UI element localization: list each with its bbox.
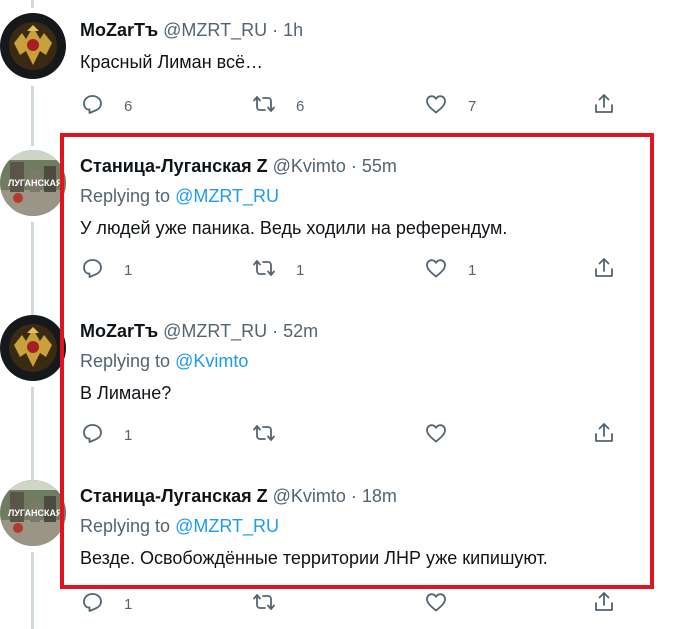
replying-to-label: Replying to	[80, 186, 176, 206]
share-icon	[592, 590, 616, 619]
svg-text:ЛУГАНСКАЯ: ЛУГАНСКАЯ	[8, 178, 62, 188]
reply-icon	[80, 590, 104, 619]
author-handle-time[interactable]: @MZRT_RU · 1h	[163, 20, 303, 40]
share-button[interactable]	[592, 590, 616, 618]
retweet-count: 1	[296, 261, 305, 279]
tweet-header: MoZarTъ @MZRT_RU · 1h	[80, 20, 303, 41]
replying-to-handle[interactable]: @MZRT_RU	[175, 516, 279, 536]
share-icon	[592, 421, 616, 450]
reply-count: 1	[124, 261, 133, 279]
avatar[interactable]: ЛУГАНСКАЯ	[0, 480, 66, 546]
reply-count: 1	[124, 426, 133, 444]
avatar[interactable]: ЛУГАНСКАЯ	[0, 150, 66, 216]
retweet-icon	[252, 590, 276, 619]
reply-count: 1	[124, 595, 133, 613]
heart-icon	[424, 256, 448, 285]
replying-to-handle[interactable]: @Kvimto	[175, 351, 248, 371]
tweet-text: Красный Лиман всё…	[80, 52, 264, 72]
retweet-button[interactable]	[252, 421, 296, 449]
like-button[interactable]	[424, 590, 468, 618]
tweet-actions: 1 1 1	[80, 256, 640, 284]
tweet-actions: 6 6 7	[80, 92, 640, 120]
reply-button[interactable]: 6	[80, 92, 132, 120]
replying-to: Replying to @MZRT_RU	[80, 516, 279, 537]
author-handle-time[interactable]: @Kvimto · 55m	[273, 156, 397, 176]
avatar[interactable]	[0, 13, 66, 79]
share-button[interactable]	[592, 92, 616, 120]
retweet-button[interactable]: 1	[252, 256, 304, 284]
replying-to-label: Replying to	[80, 516, 176, 536]
reply-button[interactable]: 1	[80, 590, 132, 618]
heart-icon	[424, 590, 448, 619]
author-handle-time[interactable]: @MZRT_RU · 52m	[163, 321, 318, 341]
tweet-header: Станица-Луганская Z @Kvimto · 18m	[80, 486, 397, 507]
tweet-text: В Лимане?	[80, 383, 172, 403]
replying-to-handle[interactable]: @MZRT_RU	[175, 186, 279, 206]
share-icon	[592, 92, 616, 121]
reply-icon	[80, 92, 104, 121]
tweet-text: Везде. Освобождённые территории ЛНР уже …	[80, 548, 548, 568]
reply-count: 6	[124, 97, 133, 115]
tweet[interactable]: ЛУГАНСКАЯ Станица-Луганская Z @Kvimto · …	[0, 146, 680, 298]
reply-icon	[80, 256, 104, 285]
replying-to: Replying to @Kvimto	[80, 351, 248, 372]
eagle-emblem-avatar-image	[0, 315, 66, 381]
retweet-icon	[252, 256, 276, 285]
author-name[interactable]: MoZarTъ	[80, 321, 158, 341]
tweet-actions: 1	[80, 421, 640, 449]
tweet-header: MoZarTъ @MZRT_RU · 52m	[80, 321, 318, 342]
like-count: 1	[468, 261, 477, 279]
replying-to: Replying to @MZRT_RU	[80, 186, 279, 207]
like-button[interactable]	[424, 421, 468, 449]
reply-icon	[80, 421, 104, 450]
retweet-button[interactable]	[252, 590, 296, 618]
like-button[interactable]: 7	[424, 92, 476, 120]
share-button[interactable]	[592, 256, 616, 284]
ruins-photo-avatar-image: ЛУГАНСКАЯ	[0, 480, 66, 546]
retweet-icon	[252, 421, 276, 450]
svg-text:ЛУГАНСКАЯ: ЛУГАНСКАЯ	[8, 508, 62, 518]
ruins-photo-avatar-image: ЛУГАНСКАЯ	[0, 150, 66, 216]
author-handle-time[interactable]: @Kvimto · 18m	[273, 486, 397, 506]
tweet-actions: 1	[80, 590, 640, 618]
retweet-button[interactable]: 6	[252, 92, 304, 120]
reply-button[interactable]: 1	[80, 421, 132, 449]
tweet[interactable]: MoZarTъ @MZRT_RU · 1h Красный Лиман всё……	[0, 0, 680, 130]
eagle-emblem-avatar-image	[0, 13, 66, 79]
share-icon	[592, 256, 616, 285]
avatar[interactable]	[0, 315, 66, 381]
author-name[interactable]: MoZarTъ	[80, 20, 158, 40]
tweet[interactable]: ЛУГАНСКАЯ Станица-Луганская Z @Kvimto · …	[0, 476, 680, 629]
author-name[interactable]: Станица-Луганская Z	[80, 486, 268, 506]
retweet-count: 6	[296, 97, 305, 115]
heart-icon	[424, 421, 448, 450]
heart-icon	[424, 92, 448, 121]
replying-to-label: Replying to	[80, 351, 176, 371]
tweet-text: У людей уже паника. Ведь ходили на рефер…	[80, 218, 508, 238]
reply-button[interactable]: 1	[80, 256, 132, 284]
like-count: 7	[468, 97, 477, 115]
retweet-icon	[252, 92, 276, 121]
share-button[interactable]	[592, 421, 616, 449]
tweet[interactable]: MoZarTъ @MZRT_RU · 52m Replying to @Kvim…	[0, 311, 680, 463]
tweet-header: Станица-Луганская Z @Kvimto · 55m	[80, 156, 397, 177]
like-button[interactable]: 1	[424, 256, 476, 284]
author-name[interactable]: Станица-Луганская Z	[80, 156, 268, 176]
